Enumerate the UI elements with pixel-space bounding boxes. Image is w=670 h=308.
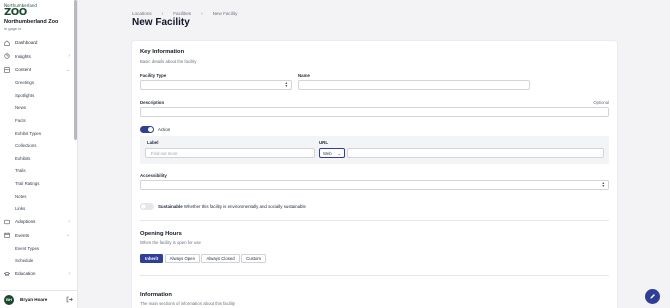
accessibility-label: Accessibility xyxy=(140,173,167,178)
sidebar-subitem-notes[interactable]: Notes xyxy=(0,190,75,203)
section-title-information: Information xyxy=(140,292,172,298)
sidebar-item-content[interactable]: Content ⌄ xyxy=(0,63,75,77)
pencil-icon xyxy=(650,294,655,299)
sidebar-subitem-event-types[interactable]: Event Types xyxy=(0,242,75,255)
opening-hours-segmented-control: Inherit Always Open Always Closed Custom xyxy=(140,254,267,263)
action-toggle[interactable] xyxy=(140,126,154,133)
opening-hours-option-inherit[interactable]: Inherit xyxy=(140,254,164,263)
description-input[interactable] xyxy=(140,107,609,117)
sidebar-nav: Dashboard Insights › Content ⌄ Greetings… xyxy=(0,36,75,281)
page-title: New Facility xyxy=(132,17,190,28)
select-arrows-icon: ▲ ▼ xyxy=(284,81,288,89)
name-input[interactable] xyxy=(298,80,530,90)
description-optional-hint: Optional xyxy=(593,100,609,105)
breadcrumb: Locations › Facilities › New Facility xyxy=(132,11,247,16)
brand[interactable]: Northumberland ZOO Northumberland Zoo in… xyxy=(4,3,74,32)
sidebar-item-insights[interactable]: Insights › xyxy=(0,50,75,64)
action-toggle-label: Action xyxy=(158,127,171,132)
url-label: URL xyxy=(319,140,329,145)
brand-name: Northumberland Zoo xyxy=(4,19,59,25)
sidebar-subitem-trail-ratings[interactable]: Trail Ratings xyxy=(0,177,75,190)
action-label-input[interactable]: Find out more xyxy=(145,148,315,158)
action-panel: Label Find out more URL Web ⌄ xyxy=(140,136,609,164)
sidebar-subitem-spotlights[interactable]: Spotlights xyxy=(0,89,75,102)
chevron-down-icon: ⌄ xyxy=(65,66,70,73)
breadcrumb-current: New Facility xyxy=(212,11,238,16)
section-title-key-information: Key Information xyxy=(140,49,185,55)
calendar-icon xyxy=(4,232,10,238)
brand-subtitle: in gage.io xyxy=(4,26,22,31)
sustainable-label: Sustainable xyxy=(158,204,183,209)
section-subtitle-key-information: Basic details about the facility xyxy=(140,59,197,64)
chevron-down-icon: ⌄ xyxy=(65,232,70,239)
sidebar-item-events[interactable]: Events ⌄ xyxy=(0,229,75,243)
sidebar-subitem-schedule[interactable]: Schedule xyxy=(0,255,75,268)
select-arrows-icon: ▲ ▼ xyxy=(601,181,605,189)
sidebar-subitem-exhibits[interactable]: Exhibits xyxy=(0,152,75,165)
edit-fab-button[interactable] xyxy=(645,289,660,304)
sidebar-item-label: Content xyxy=(15,67,32,73)
opening-hours-option-always-open[interactable]: Always Open xyxy=(164,254,200,263)
sidebar-subitem-facts[interactable]: Facts xyxy=(0,114,75,127)
opening-hours-option-custom[interactable]: Custom xyxy=(241,254,266,263)
sustainable-toggle[interactable] xyxy=(140,203,154,210)
sidebar-item-dashboard[interactable]: Dashboard xyxy=(0,36,75,50)
graduation-icon xyxy=(4,271,10,277)
sidebar-item-adoptions[interactable]: Adoptions › xyxy=(0,215,75,229)
url-type-select[interactable]: Web ⌄ xyxy=(319,148,345,158)
sidebar-subitem-news[interactable]: News xyxy=(0,102,75,115)
section-divider xyxy=(140,220,609,221)
description-label: Description xyxy=(140,100,165,105)
facility-type-label: Facility Type xyxy=(140,73,167,78)
chevron-down-icon: ⌄ xyxy=(337,151,341,156)
chevron-right-icon: › xyxy=(68,53,70,60)
url-input[interactable] xyxy=(347,148,604,158)
sidebar-item-label: Adoptions xyxy=(15,219,36,225)
sidebar-item-label: Insights xyxy=(15,53,31,59)
heart-icon xyxy=(4,219,10,225)
sidebar-item-label: Education xyxy=(15,271,36,277)
sustainable-description: Whether this facility is environmentally… xyxy=(183,204,306,209)
facility-type-select[interactable]: ▲ ▼ xyxy=(140,80,292,90)
breadcrumb-separator: › xyxy=(161,11,164,16)
sidebar-subitem-collections[interactable]: Collections xyxy=(0,139,75,152)
logout-icon[interactable] xyxy=(66,296,73,303)
name-label: Name xyxy=(298,73,310,78)
grid-icon xyxy=(4,67,10,73)
sidebar-subitem-trails[interactable]: Trails xyxy=(0,165,75,178)
sustainable-toggle-label: Sustainable Whether this facility is env… xyxy=(158,204,306,209)
url-type-value: Web xyxy=(323,150,332,156)
opening-hours-option-always-closed[interactable]: Always Closed xyxy=(201,254,240,263)
breadcrumb-separator: › xyxy=(201,11,203,16)
user-name: Bryan Hoare xyxy=(20,297,48,302)
sidebar: Northumberland ZOO Northumberland Zoo in… xyxy=(0,0,78,308)
sidebar-subitem-links[interactable]: Links xyxy=(0,202,75,215)
section-subtitle-information: The main sections of information about t… xyxy=(140,301,236,306)
sidebar-item-label: Events xyxy=(15,232,30,238)
action-label-label: Label xyxy=(147,140,159,145)
breadcrumb-facilities[interactable]: Facilities xyxy=(173,11,191,16)
sidebar-item-education[interactable]: Education › xyxy=(0,267,75,281)
sidebar-subitem-exhibit-types[interactable]: Exhibit Types xyxy=(0,127,75,140)
zoo-logo: Northumberland ZOO xyxy=(4,3,37,18)
home-icon xyxy=(4,40,10,46)
user-menu[interactable]: BH Bryan Hoare xyxy=(0,290,77,308)
chevron-right-icon: › xyxy=(68,270,70,277)
sidebar-item-label: Dashboard xyxy=(15,40,38,46)
facility-form-card: Key Information Basic details about the … xyxy=(132,41,617,308)
avatar: BH xyxy=(4,294,14,305)
section-divider xyxy=(140,275,609,276)
chevron-right-icon: › xyxy=(68,218,70,225)
toggle-knob xyxy=(141,204,146,209)
sidebar-subitem-greetings[interactable]: Greetings xyxy=(0,77,75,90)
breadcrumb-locations[interactable]: Locations xyxy=(132,11,152,16)
section-title-opening-hours: Opening Hours xyxy=(140,231,182,237)
accessibility-select[interactable]: ▲ ▼ xyxy=(140,180,609,190)
chart-icon xyxy=(4,53,10,59)
section-subtitle-opening-hours: When the facility is open for use xyxy=(140,240,201,245)
toggle-knob xyxy=(148,127,153,132)
